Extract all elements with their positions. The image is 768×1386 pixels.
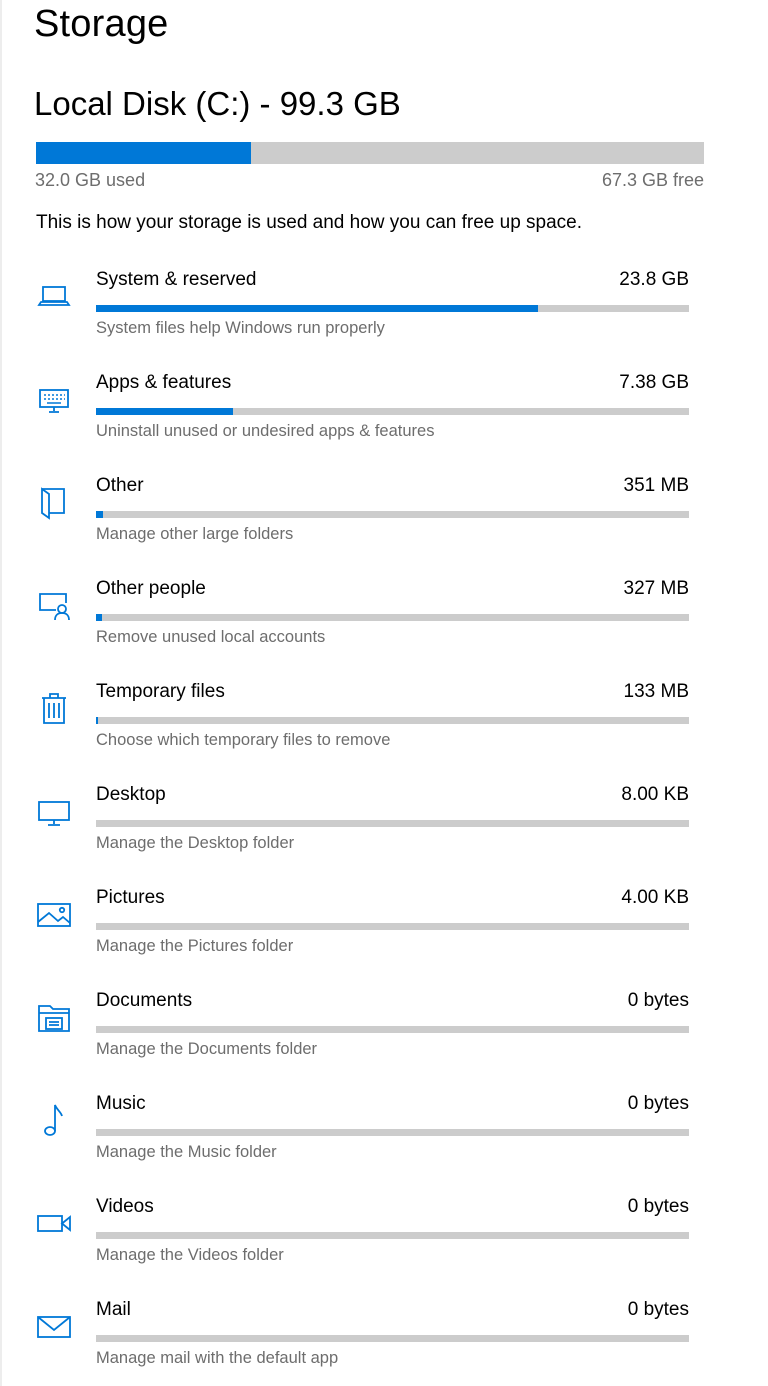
category-name: Mail <box>96 1299 131 1320</box>
disk-title: Local Disk (C:) - 99.3 GB <box>34 85 401 122</box>
category-usage-bar <box>96 1026 689 1033</box>
category-usage-bar-fill <box>96 305 538 312</box>
category-temporary-files[interactable]: Temporary files 133 MB Choose which temp… <box>0 670 768 773</box>
category-description: Manage the Documents folder <box>96 1040 318 1058</box>
category-name: Other <box>96 475 144 496</box>
category-name: Documents <box>96 990 193 1011</box>
category-documents[interactable]: Documents 0 bytes Manage the Documents f… <box>0 979 768 1082</box>
disk-usage-bar-fill <box>36 142 252 164</box>
disk-free-label: 67.3 GB free <box>601 170 704 190</box>
category-usage-bar-fill <box>96 717 99 724</box>
desktop-icon <box>34 791 74 831</box>
category-size: 8.00 KB <box>621 784 689 805</box>
people-icon <box>34 585 74 625</box>
category-name: Temporary files <box>96 681 225 702</box>
category-name: Apps & features <box>96 372 232 393</box>
category-videos[interactable]: Videos 0 bytes Manage the Videos folder <box>0 1185 768 1288</box>
category-size: 0 bytes <box>627 1196 689 1217</box>
category-usage-bar <box>96 1232 689 1239</box>
category-size: 133 MB <box>623 681 689 702</box>
category-description: Manage mail with the default app <box>96 1349 339 1367</box>
category-desktop[interactable]: Desktop 8.00 KB Manage the Desktop folde… <box>0 773 768 876</box>
category-description: Choose which temporary files to remove <box>96 731 391 749</box>
category-description: Manage other large folders <box>96 525 294 543</box>
category-description: Manage the Videos folder <box>96 1246 284 1264</box>
category-size: 4.00 KB <box>621 887 689 908</box>
category-description: Manage the Pictures folder <box>96 937 294 955</box>
category-pictures[interactable]: Pictures 4.00 KB Manage the Pictures fol… <box>0 876 768 979</box>
category-usage-bar-fill <box>96 408 233 415</box>
video-camera-icon <box>34 1203 74 1243</box>
category-usage-bar-fill <box>96 511 103 518</box>
disk-usage-bar <box>36 142 704 164</box>
category-description: Uninstall unused or undesired apps & fea… <box>96 422 435 440</box>
category-name: Music <box>96 1093 146 1114</box>
music-icon <box>34 1100 74 1140</box>
category-description: Remove unused local accounts <box>96 628 326 646</box>
category-usage-bar <box>96 511 689 518</box>
category-usage-bar <box>96 923 689 930</box>
category-usage-bar-fill <box>96 614 102 621</box>
category-mail[interactable]: Mail 0 bytes Manage mail with the defaul… <box>0 1288 768 1386</box>
category-usage-bar <box>96 717 689 724</box>
page-title: Storage <box>34 3 169 45</box>
disk-used-label: 32.0 GB used <box>35 170 146 190</box>
category-description: Manage the Desktop folder <box>96 834 295 852</box>
category-other-people[interactable]: Other people 327 MB Remove unused local … <box>0 567 768 670</box>
storage-category-list: System & reserved 23.8 GB System files h… <box>0 258 768 1386</box>
category-description: Manage the Music folder <box>96 1143 277 1161</box>
storage-intro-text: This is how your storage is used and how… <box>36 212 583 233</box>
category-usage-bar <box>96 408 689 415</box>
category-usage-bar <box>96 614 689 621</box>
folder-book-icon <box>34 482 74 522</box>
documents-icon <box>34 997 74 1037</box>
category-size: 23.8 GB <box>619 269 689 290</box>
category-system-reserved[interactable]: System & reserved 23.8 GB System files h… <box>0 258 768 361</box>
category-usage-bar <box>96 305 689 312</box>
category-size: 351 MB <box>623 475 689 496</box>
category-usage-bar <box>96 820 689 827</box>
category-name: Videos <box>96 1196 154 1217</box>
keyboard-monitor-icon <box>34 379 74 419</box>
category-apps-features[interactable]: Apps & features 7.38 GB Uninstall unused… <box>0 361 768 464</box>
category-name: Other people <box>96 578 206 599</box>
category-name: Pictures <box>96 887 165 908</box>
category-size: 0 bytes <box>627 1299 689 1320</box>
category-music[interactable]: Music 0 bytes Manage the Music folder <box>0 1082 768 1185</box>
category-size: 0 bytes <box>627 1093 689 1114</box>
category-size: 0 bytes <box>627 990 689 1011</box>
category-usage-bar <box>96 1129 689 1136</box>
category-name: System & reserved <box>96 269 257 290</box>
category-size: 327 MB <box>623 578 689 599</box>
category-other[interactable]: Other 351 MB Manage other large folders <box>0 464 768 567</box>
category-usage-bar <box>96 1335 689 1342</box>
category-description: System files help Windows run properly <box>96 319 385 337</box>
pictures-icon <box>34 894 74 934</box>
mail-icon <box>34 1306 74 1346</box>
laptop-icon <box>34 276 74 316</box>
trash-icon <box>34 688 74 728</box>
category-size: 7.38 GB <box>619 372 689 393</box>
category-name: Desktop <box>96 784 166 805</box>
